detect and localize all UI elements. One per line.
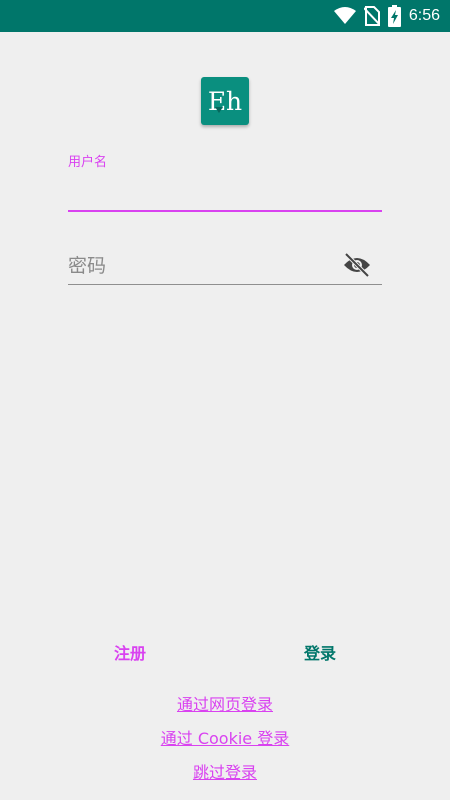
battery-charging-icon — [387, 5, 401, 27]
logo-text: Eh — [207, 86, 243, 116]
wifi-icon — [333, 7, 356, 24]
cookie-login-link[interactable]: 通过 Cookie 登录 — [0, 725, 450, 749]
status-icons: 6:56 — [333, 0, 440, 32]
status-time: 6:56 — [408, 7, 440, 24]
web-login-link[interactable]: 通过网页登录 — [0, 691, 450, 715]
eye-off-icon — [344, 252, 370, 278]
password-underline — [68, 284, 382, 285]
password-visibility-toggle[interactable] — [343, 252, 371, 278]
username-underline — [68, 210, 382, 212]
username-label: 用户名 — [68, 155, 108, 170]
password-input[interactable] — [68, 250, 338, 282]
username-input[interactable] — [68, 176, 382, 210]
logo-accent-icon — [215, 107, 223, 113]
login-button[interactable]: 登录 — [290, 640, 350, 668]
app-logo: Eh — [201, 77, 249, 125]
no-sim-icon — [363, 6, 380, 26]
register-button[interactable]: 注册 — [100, 640, 160, 668]
skip-login-link[interactable]: 跳过登录 — [0, 759, 450, 783]
status-bar: 6:56 — [0, 0, 450, 32]
